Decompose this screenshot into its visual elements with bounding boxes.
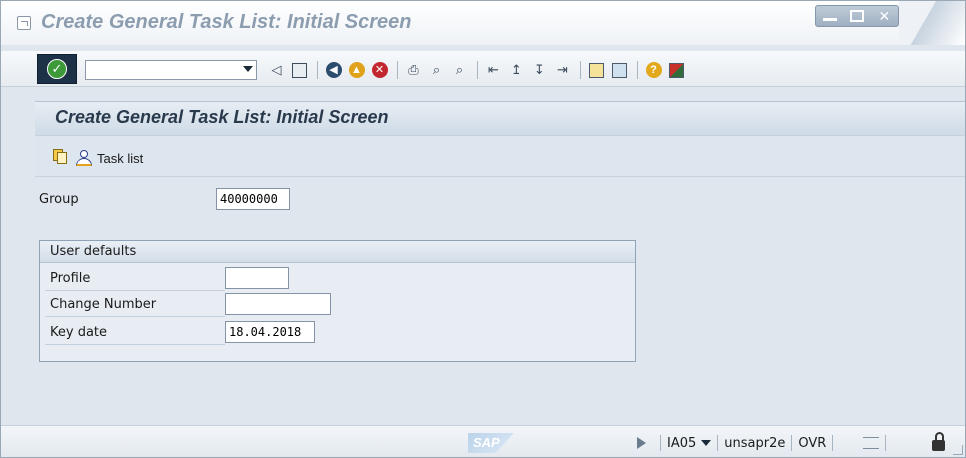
task-list-button[interactable]: Task list [75,148,143,168]
command-history-icon[interactable] [243,66,253,72]
expand-status-icon[interactable] [637,437,646,449]
cancel-icon[interactable]: ✕ [370,61,389,80]
toolbar-separator [637,61,638,79]
window-title: Create General Task List: Initial Screen [41,11,412,33]
enter-button[interactable]: ✓ [37,54,77,84]
toolbar-separator [580,61,581,79]
status-separator [791,435,793,451]
profile-label: Profile [50,271,91,286]
collapse-toolbar-icon[interactable]: ◁ [267,61,286,80]
user-defaults-group: User defaults Profile Change Number Key … [39,240,636,362]
status-separator [832,435,834,451]
next-page-icon[interactable]: ↧ [530,61,549,80]
find-icon[interactable]: ⌕ [427,61,446,80]
server-name: unsapr2e [724,435,786,451]
shortcut-icon[interactable] [610,61,629,80]
find-next-icon[interactable]: ⌕ [450,61,469,80]
change-number-field[interactable] [225,293,331,315]
task-list-label: Task list [97,150,144,166]
page-title: Create General Task List: Initial Screen [55,107,389,127]
toolbar-separator [477,61,478,79]
create-session-icon[interactable] [587,61,606,80]
previous-page-icon[interactable]: ↥ [507,61,526,80]
window-controls: ✕ [815,5,899,27]
change-number-label: Change Number [50,297,157,312]
main-content: Group User defaults Profile Change Numbe… [35,178,965,425]
insert-mode[interactable]: OVR [798,436,826,451]
profile-field[interactable] [225,267,289,289]
title-decoration [899,1,965,45]
print-icon[interactable]: ⎙ [404,61,423,80]
application-toolbar: Task list [35,135,965,177]
help-icon[interactable]: ? [644,61,663,80]
last-page-icon[interactable]: ⇥ [553,61,572,80]
command-field[interactable] [85,60,257,80]
save-icon[interactable] [290,61,309,80]
back-icon[interactable]: ◀ [324,61,343,80]
user-defaults-heading: User defaults [40,241,635,263]
title-bar: Create General Task List: Initial Screen… [1,1,965,45]
toolbar-separator [317,61,318,79]
key-date-field[interactable] [225,321,315,343]
resize-grip-icon[interactable] [953,445,963,455]
first-page-icon[interactable]: ⇤ [484,61,503,80]
layout-menu-icon[interactable] [667,61,686,80]
system-info-dropdown-icon[interactable] [701,440,712,446]
row-divider [45,316,225,317]
status-separator [660,435,661,451]
system-toolbar: ✓ ◁ ◀ ▲ ✕ ⎙ ⌕ ⌕ ⇤ ↥ ↧ ⇥ ? [1,51,965,87]
screen-header: Create General Task List: Initial Screen [35,101,965,135]
status-info: IA05 unsapr2e OVR [637,434,892,452]
lock-icon[interactable] [931,432,947,452]
key-date-label: Key date [50,325,108,340]
sap-logo: SAP [468,433,514,453]
status-bar: SAP IA05 unsapr2e OVR [1,425,965,457]
row-divider [45,344,225,345]
person-icon [75,150,93,166]
row-divider [45,290,225,291]
toolbar-icons: ◁ ◀ ▲ ✕ ⎙ ⌕ ⌕ ⇤ ↥ ↧ ⇥ ? [267,59,690,81]
exit-icon[interactable]: ▲ [347,61,366,80]
window-menu-icon[interactable] [17,16,31,30]
copy-from-icon[interactable] [53,149,67,164]
toolbar-separator [397,61,398,79]
group-field[interactable] [216,188,290,210]
enter-icon: ✓ [47,59,67,79]
sap-window: Create General Task List: Initial Screen… [0,0,966,458]
command-input[interactable] [86,61,236,79]
transaction-code: IA05 [667,435,697,451]
tab-order-icon[interactable] [863,437,880,449]
status-separator [717,435,719,451]
status-separator [885,435,887,451]
maximize-icon[interactable] [849,10,864,22]
group-label: Group [39,192,79,207]
close-icon[interactable]: ✕ [877,9,891,23]
minimize-icon[interactable] [822,11,837,21]
